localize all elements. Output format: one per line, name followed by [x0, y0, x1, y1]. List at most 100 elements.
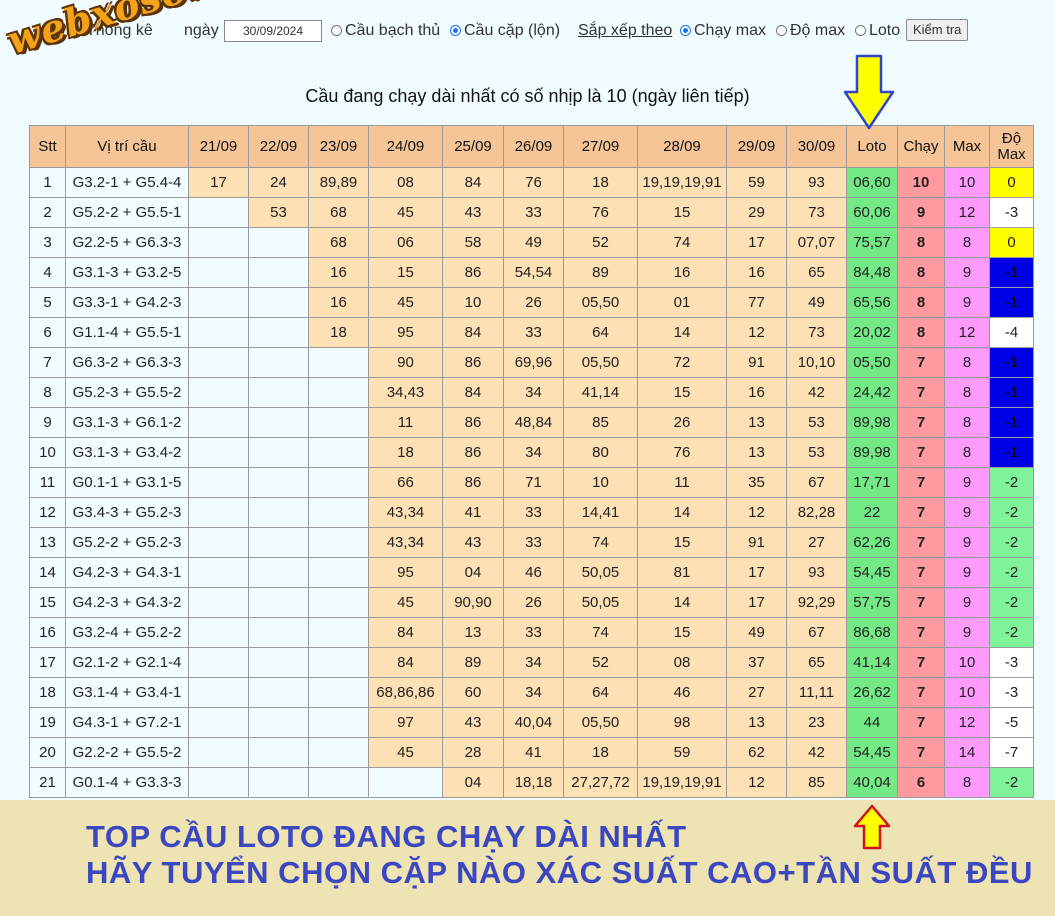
header-position: Vị trí cầu: [65, 125, 189, 168]
day-cell: [308, 707, 369, 738]
loto-cell: 20,02: [846, 317, 898, 348]
day-cell: [188, 467, 249, 498]
run-cell: 8: [897, 317, 945, 348]
day-cell: 50,05: [563, 557, 638, 588]
bridge-position-link[interactable]: G3.1-3 + G3.2-5: [65, 257, 189, 288]
day-cell: 06: [368, 227, 443, 258]
dev-max-cell: -4: [989, 317, 1034, 348]
day-cell: 93: [786, 557, 847, 588]
page-title: Cầu đang chạy dài nhất có số nhịp là 10 …: [305, 86, 750, 106]
day-cell: 05,50: [563, 347, 638, 378]
max-cell: 9: [944, 287, 990, 318]
day-cell: [188, 407, 249, 438]
option-pair-radio[interactable]: Cầu cặp (lộn): [450, 22, 560, 40]
day-cell: 33: [503, 527, 564, 558]
bridge-position-link[interactable]: G3.2-4 + G5.2-2: [65, 617, 189, 648]
day-cell: [248, 527, 309, 558]
table-row: 9 G3.1-3 + G6.1-2 11 86 48,84 85 26 13 53 89,98 7 8…: [29, 407, 1034, 438]
day-label: ngày: [184, 22, 219, 39]
day-cell: 76: [637, 437, 727, 468]
day-cell: [248, 257, 309, 288]
bridge-position-link[interactable]: G2.2-5 + G6.3-3: [65, 227, 189, 258]
day-cell: 19,19,19,91: [637, 167, 727, 198]
day-cell: [248, 647, 309, 678]
day-cell: 86: [442, 407, 504, 438]
max-cell: 9: [944, 497, 990, 528]
header-date: 24/09: [368, 125, 443, 168]
run-cell: 7: [897, 647, 945, 678]
bridge-position-link[interactable]: G2.1-2 + G2.1-4: [65, 647, 189, 678]
radio-icon[interactable]: [855, 25, 866, 36]
header-dev-max-line2: Max: [997, 145, 1026, 163]
day-cell: 14: [637, 497, 727, 528]
run-cell: 7: [897, 617, 945, 648]
dev-max-cell: -1: [989, 287, 1034, 318]
day-cell: 16: [726, 257, 787, 288]
dev-max-cell: -1: [989, 407, 1034, 438]
bridge-position-link[interactable]: G5.2-3 + G5.5-2: [65, 377, 189, 408]
run-cell: 7: [897, 737, 945, 768]
option-single-radio[interactable]: Cầu bạch thủ: [331, 22, 440, 40]
bridge-position-link[interactable]: G5.2-2 + G5.2-3: [65, 527, 189, 558]
day-cell: 17: [726, 557, 787, 588]
check-button[interactable]: Kiểm tra: [906, 19, 969, 41]
day-cell: [308, 587, 369, 618]
day-cell: 18: [563, 737, 638, 768]
bridge-position-link[interactable]: G3.1-3 + G3.4-2: [65, 437, 189, 468]
date-input[interactable]: 30/09/2024: [224, 20, 322, 42]
day-cell: 27: [786, 527, 847, 558]
day-cell: 13: [726, 437, 787, 468]
run-cell: 8: [897, 287, 945, 318]
bridge-position-link[interactable]: G0.1-1 + G3.1-5: [65, 467, 189, 498]
table-row: 4 G3.1-3 + G3.2-5 16 15 86 54,54 89 16 16 65 84,48…: [29, 257, 1034, 288]
day-cell: [188, 767, 249, 798]
sort-run-radio[interactable]: Chạy max: [680, 22, 766, 40]
bridge-position-link[interactable]: G3.4-3 + G5.2-3: [65, 497, 189, 528]
day-cell: 95: [368, 317, 443, 348]
day-cell: 92,29: [786, 587, 847, 618]
dev-max-cell: -2: [989, 617, 1034, 648]
day-cell: 43,34: [368, 497, 443, 528]
max-cell: 9: [944, 617, 990, 648]
bridge-position-link[interactable]: G0.1-4 + G3.3-3: [65, 767, 189, 798]
radio-icon[interactable]: [776, 25, 787, 36]
bridge-position-link[interactable]: G2.2-2 + G5.5-2: [65, 737, 189, 768]
bridge-position-link[interactable]: G6.3-2 + G6.3-3: [65, 347, 189, 378]
bridge-position-link[interactable]: G4.3-1 + G7.2-1: [65, 707, 189, 738]
day-cell: 07,07: [786, 227, 847, 258]
table-row: 16 G3.2-4 + G5.2-2 84 13 33 74 15 49 67 86,68 7 9 -2: [29, 617, 1034, 648]
radio-icon[interactable]: [450, 25, 461, 36]
day-cell: [248, 497, 309, 528]
bridge-position-link[interactable]: G3.1-3 + G6.1-2: [65, 407, 189, 438]
table-header-row: Stt Vị trí cầu 21/09 22/09 23/09 24/09 2…: [29, 125, 1034, 168]
day-cell: 73: [786, 197, 847, 228]
bridge-position-link[interactable]: G3.2-1 + G5.4-4: [65, 167, 189, 198]
day-cell: 49: [503, 227, 564, 258]
bridge-position-link[interactable]: G5.2-2 + G5.5-1: [65, 197, 189, 228]
day-cell: [188, 197, 249, 228]
row-index: 20: [29, 737, 66, 768]
max-cell: 10: [944, 647, 990, 678]
sort-dev-radio[interactable]: Độ max: [776, 22, 845, 40]
day-cell: [188, 557, 249, 588]
table-row: 12 G3.4-3 + G5.2-3 43,34 41 33 14,41 14 12 82,28…: [29, 497, 1034, 528]
day-cell: 15: [637, 617, 727, 648]
radio-icon[interactable]: [680, 25, 691, 36]
filter-form: Thống kê ngày 30/09/2024 Cầu bạch thủ Cầ…: [0, 18, 1055, 48]
max-cell: 8: [944, 377, 990, 408]
day-cell: 46: [637, 677, 727, 708]
radio-icon[interactable]: [331, 25, 342, 36]
day-cell: 77: [726, 287, 787, 318]
bridge-position-link[interactable]: G3.3-1 + G4.2-3: [65, 287, 189, 318]
dev-max-cell: -3: [989, 677, 1034, 708]
day-cell: 73: [786, 317, 847, 348]
bridge-position-link[interactable]: G1.1-4 + G5.5-1: [65, 317, 189, 348]
bridge-position-link[interactable]: G4.2-3 + G4.3-2: [65, 587, 189, 618]
bridge-position-link[interactable]: G3.1-4 + G3.4-1: [65, 677, 189, 708]
day-cell: 48,84: [503, 407, 564, 438]
sort-loto-radio[interactable]: Loto: [855, 22, 900, 40]
bridge-position-link[interactable]: G4.2-3 + G4.3-1: [65, 557, 189, 588]
day-cell: [248, 377, 309, 408]
day-cell: [248, 407, 309, 438]
day-cell: 27: [726, 677, 787, 708]
